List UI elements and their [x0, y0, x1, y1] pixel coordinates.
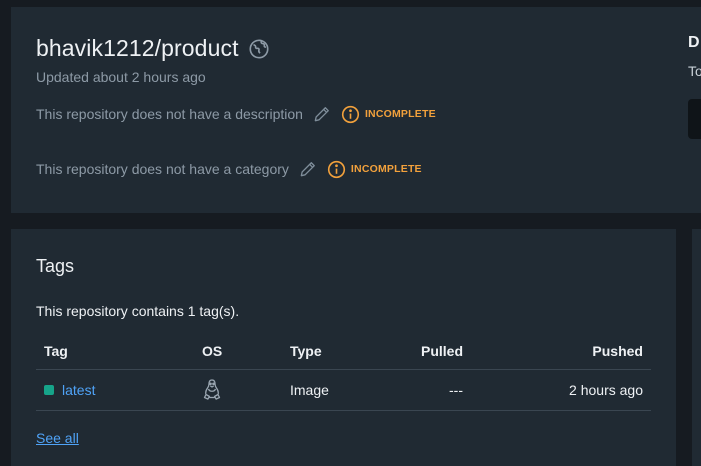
incomplete-badge: INCOMPLETE — [341, 105, 436, 124]
column-header-os: OS — [202, 343, 223, 359]
table-header: Tag OS Type Pulled Pushed — [36, 333, 651, 370]
category-row: This repository does not have a category… — [36, 159, 422, 179]
repo-title: bhavik1212/product — [36, 35, 239, 61]
column-header-pushed[interactable]: Pushed — [592, 343, 643, 359]
description-row: This repository does not have a descript… — [36, 104, 436, 124]
edit-description-icon[interactable] — [312, 104, 332, 124]
globe-icon — [248, 38, 270, 60]
linux-icon — [203, 378, 221, 402]
table-row: latest Image --- 2 hours ago — [36, 370, 651, 411]
incomplete-badge-label: INCOMPLETE — [350, 163, 422, 175]
tag-type: Image — [290, 382, 329, 398]
docker-command-box[interactable] — [688, 99, 701, 139]
column-header-type: Type — [290, 343, 322, 359]
category-text: This repository does not have a category — [36, 161, 289, 177]
side-panel-heading: D — [688, 34, 700, 51]
tags-table: Tag OS Type Pulled Pushed latest Image -… — [36, 333, 651, 411]
see-all-link[interactable]: See all — [36, 430, 79, 446]
edit-category-icon[interactable] — [298, 159, 318, 179]
tag-pulled: --- — [449, 382, 463, 398]
column-header-tag[interactable]: Tag — [44, 343, 68, 359]
incomplete-badge: INCOMPLETE — [327, 160, 422, 179]
description-text: This repository does not have a descript… — [36, 106, 303, 122]
tags-heading: Tags — [36, 256, 75, 276]
column-header-pulled[interactable]: Pulled — [421, 343, 463, 359]
tag-status-dot — [44, 385, 54, 395]
incomplete-badge-label: INCOMPLETE — [364, 108, 436, 120]
tags-card: Tags This repository contains 1 tag(s). … — [11, 229, 676, 466]
tag-link-latest[interactable]: latest — [62, 382, 95, 398]
repo-title-row: bhavik1212/product — [36, 35, 270, 62]
repository-header-card: bhavik1212/product Updated about 2 hours… — [11, 7, 701, 213]
side-card — [692, 229, 701, 466]
info-circle-icon — [327, 160, 346, 178]
side-panel-subtext: To — [688, 63, 701, 79]
updated-timestamp: Updated about 2 hours ago — [36, 69, 206, 85]
info-circle-icon — [341, 105, 360, 123]
tags-count-text: This repository contains 1 tag(s). — [36, 303, 240, 319]
tag-cell: latest — [44, 382, 95, 398]
tag-pushed: 2 hours ago — [569, 382, 643, 398]
